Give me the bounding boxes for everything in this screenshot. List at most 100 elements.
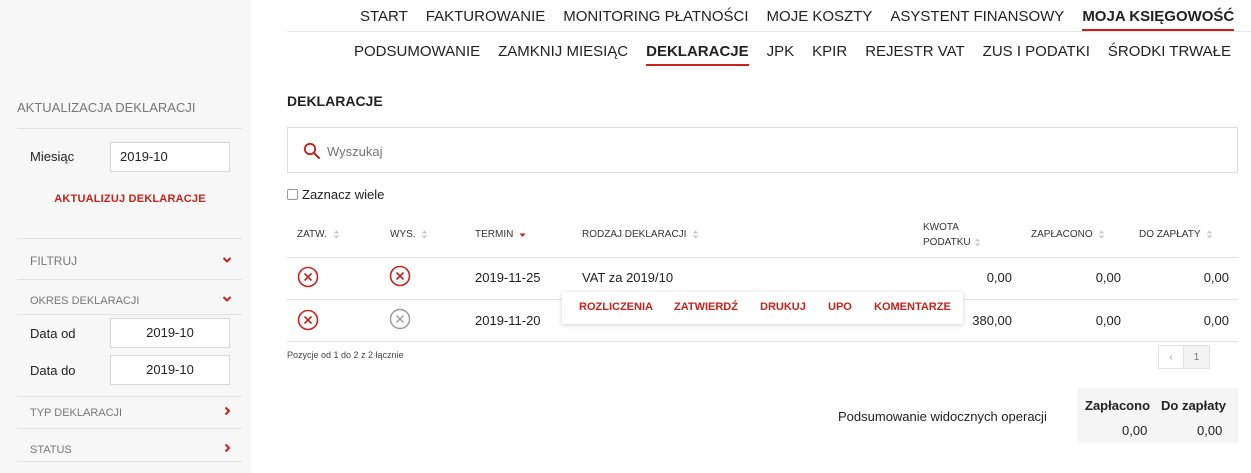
header-paid[interactable]: ZAPŁACONO <box>1031 229 1105 240</box>
page-title: DEKLARACJE <box>287 93 383 109</box>
row-deadline: 2019-11-25 <box>475 270 541 285</box>
not-approved-icon[interactable] <box>297 266 319 288</box>
nav-payment-monitoring[interactable]: MONITORING PŁATNOŚCI <box>563 8 748 25</box>
summary-to-pay-header: Do zapłaty <box>1161 398 1227 413</box>
page-1-button[interactable]: 1 <box>1184 345 1210 369</box>
comments-action[interactable]: KOMENTARZE <box>874 301 951 313</box>
date-to-label: Data do <box>30 363 76 378</box>
declaration-type-toggle[interactable]: TYP DEKLARACJI <box>30 406 232 419</box>
nav-invoicing[interactable]: FAKTUROWANIE <box>426 8 545 25</box>
sort-icon <box>1098 230 1105 239</box>
print-action[interactable]: DRUKUJ <box>760 301 806 313</box>
not-sent-inactive-icon[interactable] <box>389 308 411 330</box>
upo-action[interactable]: UPO <box>828 301 852 313</box>
sort-icon <box>974 238 981 247</box>
header-sent-label: WYS. <box>390 229 416 240</box>
summary-box: Zapłacono Do zapłaty 0,00 0,00 <box>1077 388 1238 443</box>
table-header-divider <box>287 257 1238 258</box>
divider <box>17 314 242 315</box>
tab-fixed-assets[interactable]: ŚRODKI TRWAŁE <box>1108 43 1231 60</box>
header-to-pay-label: DO ZAPŁATY <box>1139 229 1201 240</box>
month-input[interactable]: 2019-10 <box>110 142 230 172</box>
month-label: Miesiąc <box>30 149 75 164</box>
tab-kpir[interactable]: KPIR <box>812 43 847 60</box>
header-approved-label: ZATW. <box>297 229 327 240</box>
sub-nav: PODSUMOWANIE ZAMKNIJ MIESIĄC DEKLARACJE … <box>354 43 1249 66</box>
pagination-info: Pozycje od 1 do 2 z 2 łącznie <box>287 350 404 360</box>
sidebar: AKTUALIZACJA DEKLARACJI Miesiąc 2019-10 … <box>0 0 251 473</box>
tab-declarations[interactable]: DEKLARACJE <box>646 43 749 66</box>
chevron-down-icon <box>222 257 232 263</box>
sort-icon <box>421 230 428 239</box>
row-paid: 0,00 <box>1095 313 1121 328</box>
tab-jpk[interactable]: JPK <box>767 43 795 60</box>
date-from-label: Data od <box>30 326 76 341</box>
header-approved[interactable]: ZATW. <box>297 229 340 240</box>
summary-paid-value: 0,00 <box>1122 423 1148 438</box>
declaration-period-toggle[interactable]: OKRES DEKLARACJI <box>30 295 232 307</box>
update-declarations-button[interactable]: AKTUALIZUJ DEKLARACJE <box>0 193 260 205</box>
row-to-pay: 0,00 <box>1203 313 1229 328</box>
select-many-checkbox[interactable] <box>287 189 298 200</box>
tab-close-month[interactable]: ZAMKNIJ MIESIĄC <box>498 43 628 60</box>
tab-summary[interactable]: PODSUMOWANIE <box>354 43 480 60</box>
header-deadline[interactable]: TERMIN <box>475 229 526 240</box>
divider <box>17 238 242 239</box>
update-declarations-title: AKTUALIZACJA DEKLARACJI <box>17 100 196 115</box>
date-to-input[interactable]: 2019-10 <box>110 355 230 385</box>
sort-icon <box>692 230 699 239</box>
header-sent[interactable]: WYS. <box>390 229 428 240</box>
filter-toggle[interactable]: FILTRUJ <box>30 254 232 268</box>
tab-zus-taxes[interactable]: ZUS I PODATKI <box>983 43 1090 60</box>
search-icon <box>303 142 320 159</box>
header-tax-amount-label-1: KWOTA <box>923 222 959 233</box>
chevron-down-icon <box>222 296 232 302</box>
header-type-label: RODZAJ DEKLARACJI <box>582 229 687 240</box>
header-deadline-label: TERMIN <box>475 229 514 240</box>
summary-label: Podsumowanie widocznych operacji <box>838 409 1047 424</box>
divider <box>17 128 242 129</box>
header-to-pay[interactable]: DO ZAPŁATY <box>1139 229 1213 240</box>
chevron-right-icon <box>224 406 231 416</box>
divider <box>17 428 242 429</box>
header-paid-label: ZAPŁACONO <box>1031 229 1093 240</box>
sort-icon <box>333 230 340 239</box>
approve-action[interactable]: ZATWIERDŹ <box>674 301 738 313</box>
declaration-type-title: TYP DEKLARACJI <box>30 407 123 419</box>
header-declaration-type[interactable]: RODZAJ DEKLARACJI <box>582 229 699 240</box>
nav-financial-assistant[interactable]: ASYSTENT FINANSOWY <box>890 8 1064 25</box>
row-divider <box>287 341 1238 342</box>
nav-my-accounting[interactable]: MOJA KSIĘGOWOŚĆ <box>1082 8 1234 31</box>
prev-page-button[interactable]: ‹ <box>1158 345 1184 369</box>
nav-start[interactable]: START <box>360 8 408 25</box>
row-to-pay: 0,00 <box>1203 270 1229 285</box>
header-tax-amount[interactable]: KWOTA PODATKU <box>923 220 981 250</box>
select-many-toggle[interactable]: Zaznacz wiele <box>287 187 384 202</box>
divider <box>17 279 242 280</box>
summary-to-pay-value: 0,00 <box>1197 423 1223 438</box>
pagination: ‹ 1 <box>1158 345 1238 369</box>
status-toggle[interactable]: STATUS <box>30 443 232 456</box>
chevron-right-icon <box>224 443 231 453</box>
header-tax-amount-label-2: PODATKU <box>923 237 971 248</box>
row-tax-amount: 0,00 <box>986 270 1012 285</box>
divider <box>17 461 242 462</box>
row-action-menu: ROZLICZENIA ZATWIERDŹ DRUKUJ UPO KOMENTA… <box>562 292 963 324</box>
summary-paid-header: Zapłacono <box>1085 398 1151 413</box>
nav-divider <box>287 31 1251 32</box>
search-box[interactable] <box>287 127 1238 173</box>
status-title: STATUS <box>30 444 72 456</box>
declaration-period-title: OKRES DEKLARACJI <box>30 295 140 307</box>
row-declaration-type: VAT za 2019/10 <box>582 270 674 285</box>
tab-vat-register[interactable]: REJESTR VAT <box>865 43 964 60</box>
filter-title: FILTRUJ <box>30 254 78 268</box>
search-input[interactable] <box>327 141 827 161</box>
row-deadline: 2019-11-20 <box>475 313 541 328</box>
nav-my-costs[interactable]: MOJE KOSZTY <box>767 8 873 25</box>
settlements-action[interactable]: ROZLICZENIA <box>579 301 653 313</box>
not-approved-icon[interactable] <box>297 309 319 331</box>
sort-desc-icon <box>519 233 526 237</box>
date-from-input[interactable]: 2019-10 <box>110 318 230 348</box>
select-many-label: Zaznacz wiele <box>302 187 385 202</box>
not-sent-icon[interactable] <box>389 265 411 287</box>
